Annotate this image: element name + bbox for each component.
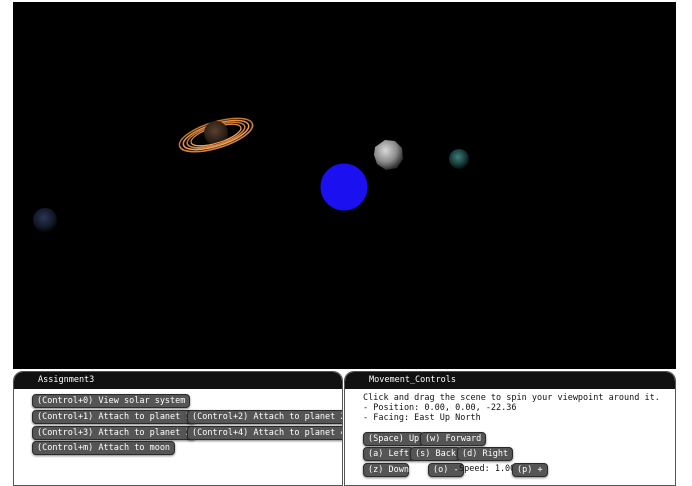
- movement-panel-title: Movement_Controls: [345, 372, 675, 389]
- drag-instruction: Click and drag the scene to spin your vi…: [363, 393, 660, 403]
- move-right-button[interactable]: (d) Right: [457, 447, 514, 461]
- assignment-panel: Assignment3 (Control+0) View solar syste…: [13, 371, 343, 486]
- blue-planet: [320, 163, 368, 211]
- move-down-button[interactable]: (z) Down: [363, 463, 409, 477]
- attach-planet-1-button[interactable]: (Control+1) Attach to planet 1: [32, 410, 196, 424]
- move-up-button[interactable]: (Space) Up: [363, 432, 425, 446]
- view-solar-system-button[interactable]: (Control+0) View solar system: [32, 394, 191, 408]
- position-readout: - Position: 0.00, 0.00, -22.36: [363, 403, 517, 413]
- speed-increase-button[interactable]: (p) +: [512, 463, 548, 477]
- speed-readout: Speed: 1.00: [459, 464, 516, 474]
- solar-system-view: [33, 117, 469, 232]
- dark-planet: [33, 208, 57, 232]
- attach-moon-button[interactable]: (Control+m) Attach to moon: [32, 441, 176, 455]
- move-left-button[interactable]: (a) Left: [363, 447, 414, 461]
- gray-planet: [374, 140, 403, 170]
- teal-planet: [449, 149, 469, 169]
- attach-planet-2-button[interactable]: (Control+2) Attach to planet 2: [187, 410, 342, 424]
- move-back-button[interactable]: (s) Back: [410, 447, 461, 461]
- attach-planet-4-button[interactable]: (Control+4) Attach to planet 4: [187, 426, 342, 440]
- move-forward-button[interactable]: (w) Forward: [420, 432, 487, 446]
- facing-readout: - Facing: East Up North: [363, 413, 481, 423]
- attach-planet-3-button[interactable]: (Control+3) Attach to planet 3: [32, 426, 196, 440]
- saturn-planet: [178, 117, 254, 153]
- movement-controls-panel: Movement_Controls Click and drag the sce…: [344, 371, 676, 486]
- assignment-panel-title: Assignment3: [14, 372, 342, 389]
- scene-canvas[interactable]: [13, 2, 676, 369]
